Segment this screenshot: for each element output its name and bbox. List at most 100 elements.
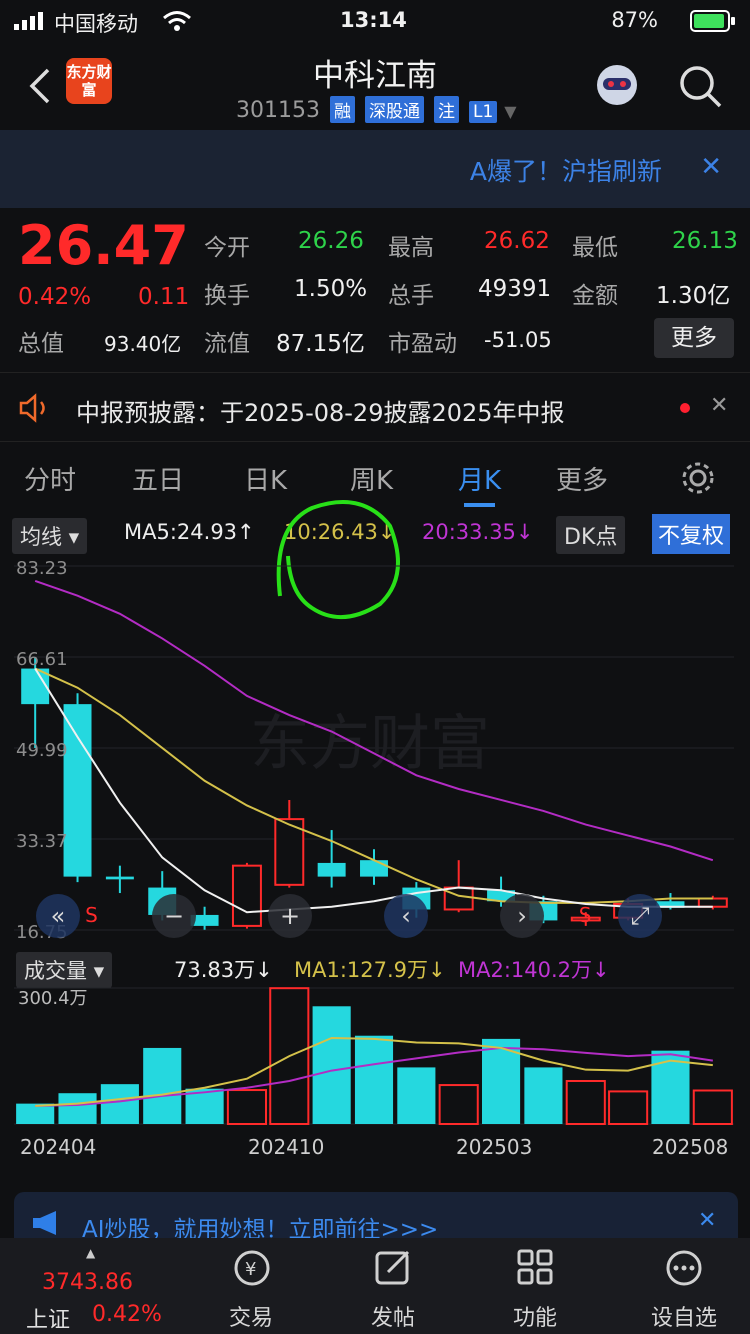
close-icon[interactable]: ✕: [698, 1208, 716, 1233]
ma-indicator-row: 均线 ▾ MA5:24.93↑ 10:26.43↓ 20:33.35↓ DK点 …: [0, 500, 750, 620]
float-value: 87.15亿: [276, 331, 365, 357]
fullscreen-icon-glyph: ⤢: [630, 902, 649, 930]
ma5-readout: MA5:24.93↑: [124, 520, 255, 544]
volume-selector-label: 成交量: [24, 959, 87, 983]
volume-label: 总手: [388, 283, 434, 309]
more-button[interactable]: 更多: [654, 318, 734, 358]
vol-ma1-readout: MA1:127.9万↓: [294, 958, 446, 982]
yuan-icon: ¥: [234, 1250, 270, 1286]
tab-monthly[interactable]: 月K: [458, 460, 501, 507]
nav-features-label: 功能: [512, 1306, 557, 1331]
kline-chart[interactable]: 东方财富 83.2366.6149.9933.3716.75S S «− + ‹ › ⤢: [0, 554, 750, 944]
minus-icon-glyph: −: [164, 902, 184, 930]
notice-text[interactable]: 中报预披露：于2025-08-29披露2025年中报: [76, 393, 565, 428]
candle-body: [63, 704, 92, 877]
candle-body: [360, 860, 388, 877]
ma20-readout: 20:33.35↓: [422, 520, 534, 544]
svg-text:¥: ¥: [245, 1259, 256, 1280]
ma-selector-label: 均线: [20, 525, 62, 549]
plus-icon-glyph: +: [280, 902, 300, 930]
volume-bar: [100, 1084, 139, 1124]
tab-weekly[interactable]: 周K: [350, 460, 393, 497]
change-percent: 0.42%: [18, 284, 92, 310]
high-label: 最高: [388, 235, 434, 261]
candle-body: [697, 897, 728, 908]
pe-value: -51.05: [484, 328, 552, 352]
volume-bar: [524, 1067, 563, 1124]
robot-assistant-icon[interactable]: [590, 58, 644, 112]
banner-text[interactable]: A爆了！沪指刷新: [470, 152, 662, 188]
y-tick-label: 300.4万: [18, 988, 88, 1009]
volume-readout: 73.83万↓: [174, 958, 273, 982]
y-tick-label: 83.23: [16, 558, 68, 579]
unread-dot: [680, 403, 690, 413]
vol-ma2-readout: MA2:140.2万↓: [458, 958, 610, 982]
tab-more[interactable]: 更多: [556, 460, 608, 497]
y-tick-label: 33.37: [16, 831, 68, 852]
volume-bar: [16, 1103, 55, 1124]
news-banner[interactable]: A爆了！沪指刷新 ✕: [0, 130, 750, 208]
report-notice[interactable]: 中报预披露：于2025-08-29披露2025年中报 ✕: [0, 372, 750, 442]
volume-chart[interactable]: 300.4万 202404 202410 202503 202508: [0, 984, 750, 1160]
tag-registered: 注: [433, 96, 459, 123]
nav-custom[interactable]: 设自选: [634, 1238, 734, 1334]
ma-selector[interactable]: 均线 ▾: [12, 518, 88, 554]
candle-body: [443, 886, 474, 911]
tab-five-day[interactable]: 五日: [132, 460, 184, 497]
volume-bar: [397, 1067, 436, 1124]
quote-panel: 26.47 0.42% 0.11 总值 93.40亿 今开 26.26 最高 2…: [0, 208, 750, 370]
nav-post[interactable]: 发帖: [348, 1238, 438, 1334]
scroll-left-icon[interactable]: ‹: [384, 894, 428, 938]
close-icon[interactable]: ✕: [710, 393, 728, 418]
low-value: 26.13: [672, 228, 738, 254]
tab-intraday[interactable]: 分时: [24, 460, 76, 497]
float-label: 流值: [204, 331, 250, 357]
plus-icon[interactable]: +: [268, 894, 312, 938]
dk-point-button[interactable]: DK点: [556, 516, 626, 554]
volume-bar: [143, 1047, 182, 1124]
signal-icon: [14, 12, 43, 30]
gear-icon[interactable]: [680, 460, 716, 496]
fullscreen-icon[interactable]: ⤢: [618, 894, 662, 938]
volume-bar: [565, 1079, 606, 1125]
more-dots-icon: [666, 1250, 702, 1286]
change-amount: 0.11: [138, 284, 190, 310]
search-icon[interactable]: [678, 64, 724, 110]
index-ticker[interactable]: ▲ 3743.86 上证 0.42%: [20, 1244, 180, 1333]
battery-icon: [690, 10, 735, 32]
x-tick-label: 202508: [652, 1135, 728, 1159]
candle-body: [231, 864, 262, 927]
stock-code-row: 301153 融 深股通 注 L1 ▼: [236, 96, 517, 123]
nav-custom-label: 设自选: [650, 1306, 717, 1331]
zoom-out-icon[interactable]: «: [36, 894, 80, 938]
last-price: 26.47: [18, 214, 189, 277]
close-icon[interactable]: ✕: [700, 152, 722, 182]
tag-connect: 深股通: [364, 96, 424, 123]
apps-grid-icon: [517, 1249, 553, 1285]
scroll-right-icon-glyph: ›: [517, 902, 527, 930]
nav-trade[interactable]: ¥ 交易: [206, 1238, 296, 1334]
volume-bar: [58, 1093, 97, 1124]
watermark: 东方财富: [250, 709, 490, 779]
minus-icon[interactable]: −: [152, 894, 196, 938]
open-label: 今开: [204, 235, 250, 261]
adjust-button[interactable]: 不复权: [652, 514, 731, 554]
status-bar: 中国移动 13:14 87%: [0, 0, 750, 44]
volume-selector[interactable]: 成交量 ▾: [16, 952, 113, 988]
volume-bar: [438, 1084, 479, 1125]
stock-code: 301153: [236, 98, 320, 123]
x-tick-label: 202503: [456, 1135, 532, 1159]
tab-daily[interactable]: 日K: [244, 460, 287, 497]
mktcap-value: 93.40亿: [104, 332, 182, 356]
x-tick-label: 202404: [20, 1135, 96, 1159]
edit-icon: [375, 1250, 410, 1285]
dropdown-arrow-icon[interactable]: ▼: [504, 102, 516, 121]
index-name: 上证: [26, 1308, 71, 1333]
volume-bar: [354, 1035, 394, 1124]
volume-bar: [608, 1090, 649, 1126]
turnover-value: 1.50%: [294, 276, 368, 302]
nav-features[interactable]: 功能: [490, 1238, 580, 1334]
scroll-right-icon[interactable]: ›: [500, 894, 544, 938]
sell-marker: S: [579, 903, 592, 927]
speaker-icon: [19, 393, 45, 423]
